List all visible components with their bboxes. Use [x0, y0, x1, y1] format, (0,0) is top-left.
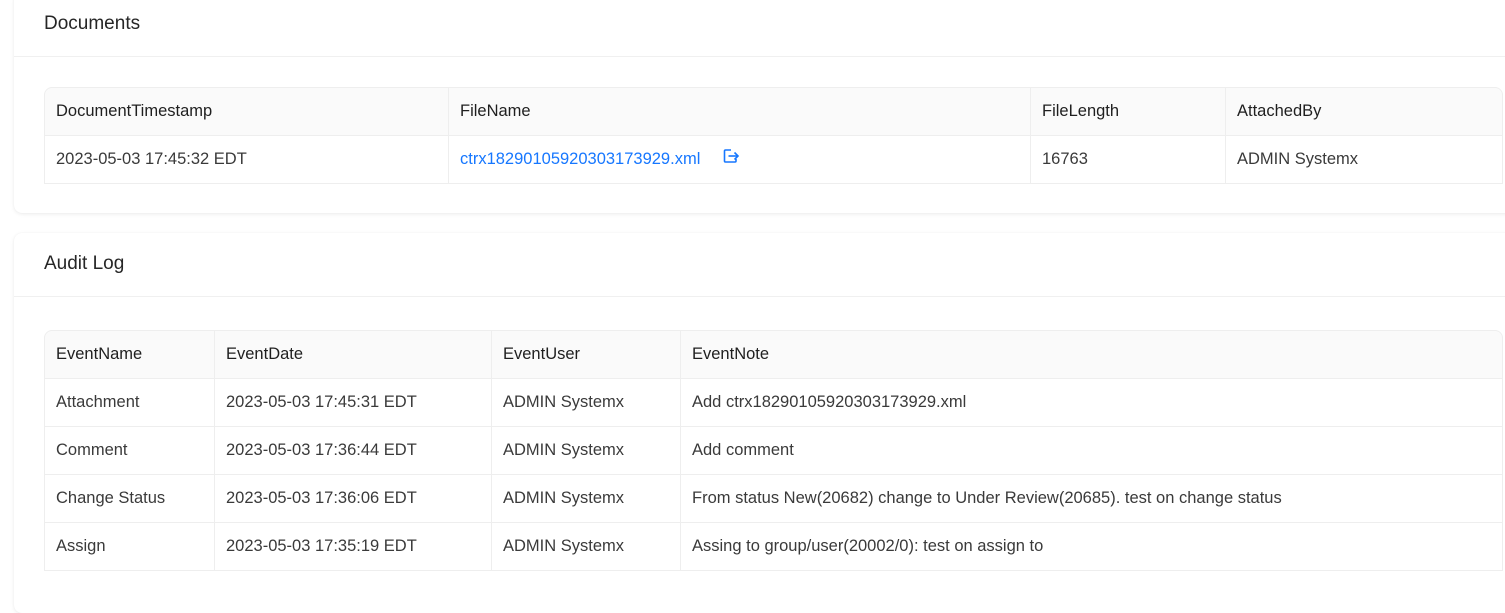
event-name-cell: Attachment — [44, 379, 215, 427]
column-header-event-date: EventDate — [215, 330, 492, 379]
audit-log-header-row: EventName EventDate EventUser EventNote — [44, 330, 1503, 379]
event-user-cell: ADMIN Systemx — [492, 427, 681, 475]
file-name-cell: ctrx18290105920303173929.xml — [449, 136, 1031, 184]
event-user-cell: ADMIN Systemx — [492, 379, 681, 427]
event-name-cell: Change Status — [44, 475, 215, 523]
audit-log-card: Audit Log EventName EventDate EventUser … — [14, 233, 1505, 613]
event-user-cell: ADMIN Systemx — [492, 523, 681, 571]
audit-log-title: Audit Log — [44, 253, 125, 274]
event-user-cell: ADMIN Systemx — [492, 475, 681, 523]
column-header-event-name: EventName — [44, 330, 215, 379]
event-note-cell: Add comment — [681, 427, 1503, 475]
table-row: Attachment 2023-05-03 17:45:31 EDT ADMIN… — [44, 379, 1503, 427]
audit-log-table: EventName EventDate EventUser EventNote … — [44, 330, 1503, 571]
column-header-event-note: EventNote — [681, 330, 1503, 379]
column-header-document-timestamp: DocumentTimestamp — [44, 87, 449, 136]
event-date-cell: 2023-05-03 17:36:44 EDT — [215, 427, 492, 475]
file-length-cell: 16763 — [1031, 136, 1226, 184]
column-header-attached-by: AttachedBy — [1226, 87, 1503, 136]
attached-by-cell: ADMIN Systemx — [1226, 136, 1503, 184]
column-header-file-length: FileLength — [1031, 87, 1226, 136]
event-date-cell: 2023-05-03 17:35:19 EDT — [215, 523, 492, 571]
document-timestamp-cell: 2023-05-03 17:45:32 EDT — [44, 136, 449, 184]
audit-log-header: Audit Log — [14, 233, 1505, 297]
documents-header-row: DocumentTimestamp FileName FileLength At… — [44, 87, 1503, 136]
file-name-link[interactable]: ctrx18290105920303173929.xml — [460, 150, 700, 168]
event-note-cell: From status New(20682) change to Under R… — [681, 475, 1503, 523]
table-row: Comment 2023-05-03 17:36:44 EDT ADMIN Sy… — [44, 427, 1503, 475]
event-date-cell: 2023-05-03 17:45:31 EDT — [215, 379, 492, 427]
table-row: Change Status 2023-05-03 17:36:06 EDT AD… — [44, 475, 1503, 523]
event-name-cell: Assign — [44, 523, 215, 571]
table-row: 2023-05-03 17:45:32 EDT ctrx182901059203… — [44, 136, 1503, 184]
documents-table: DocumentTimestamp FileName FileLength At… — [44, 87, 1503, 184]
event-note-cell: Assing to group/user(20002/0): test on a… — [681, 523, 1503, 571]
event-name-cell: Comment — [44, 427, 215, 475]
documents-header: Documents — [14, 0, 1505, 57]
external-link-icon[interactable] — [723, 148, 740, 169]
event-date-cell: 2023-05-03 17:36:06 EDT — [215, 475, 492, 523]
documents-card: Documents DocumentTimestamp FileName Fil… — [14, 0, 1505, 213]
documents-title: Documents — [44, 13, 141, 34]
table-row: Assign 2023-05-03 17:35:19 EDT ADMIN Sys… — [44, 523, 1503, 571]
event-note-cell: Add ctrx18290105920303173929.xml — [681, 379, 1503, 427]
column-header-event-user: EventUser — [492, 330, 681, 379]
column-header-file-name: FileName — [449, 87, 1031, 136]
